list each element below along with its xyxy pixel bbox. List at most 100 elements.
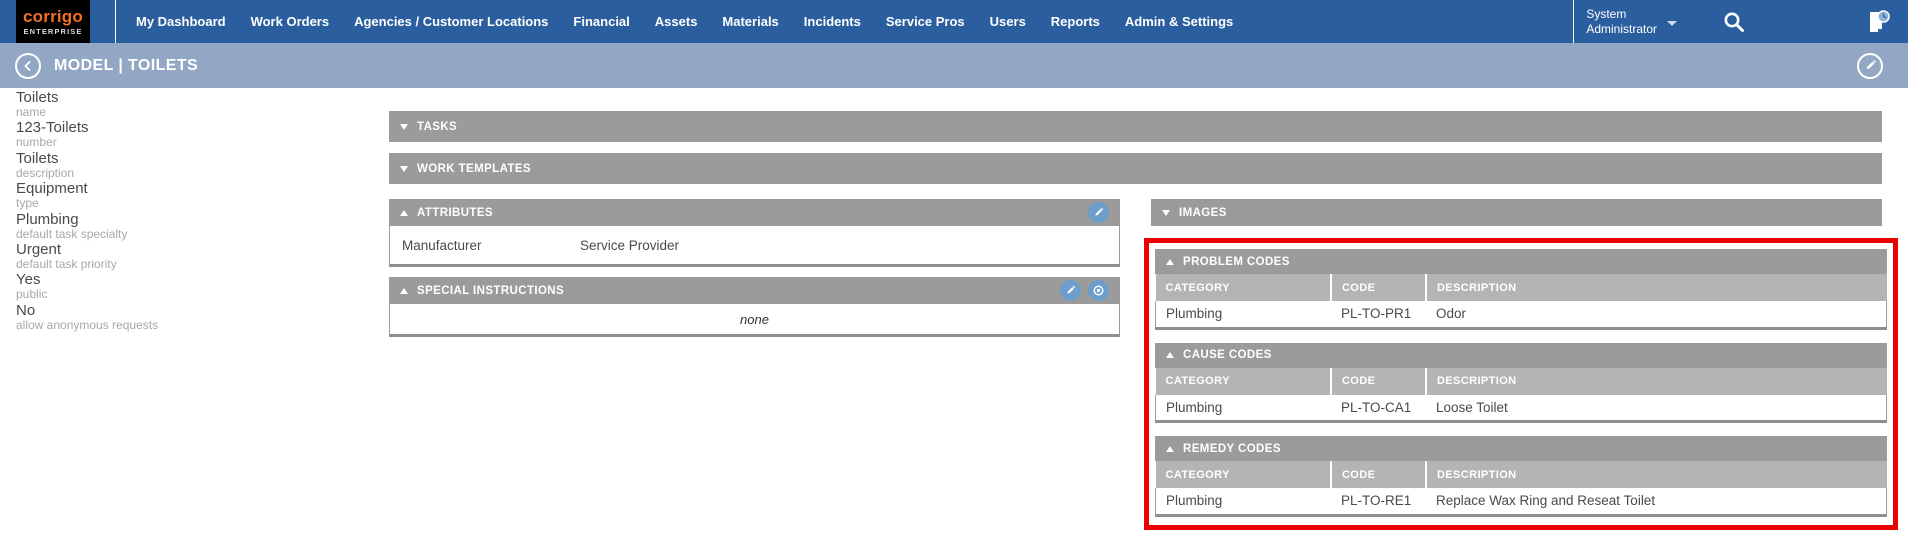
edit-attributes-button[interactable]: [1088, 202, 1109, 223]
cell-description: Odor: [1425, 301, 1887, 330]
panel-title: TASKS: [417, 120, 458, 133]
tasks-panel-header[interactable]: TASKS: [389, 111, 1882, 142]
user-name: System Administrator: [1586, 7, 1657, 37]
column-header-code: CODE: [1329, 461, 1426, 488]
attributes-panel-body: Manufacturer Service Provider: [389, 226, 1120, 267]
special-instructions-content: none: [389, 304, 1120, 337]
user-name-line2: Administrator: [1586, 21, 1657, 36]
page-title-bar: MODEL | TOILETS: [0, 43, 1908, 88]
logo-text: corrigo: [23, 6, 83, 26]
nav-menu-item[interactable]: Admin & Settings: [1125, 14, 1233, 29]
column-header-category: CATEGORY: [1155, 367, 1331, 395]
field-value: 123-Toilets: [16, 119, 89, 137]
problem-codes-table: CATEGORY CODE DESCRIPTION Plumbing PL-TO…: [1155, 274, 1887, 330]
expand-chevron-icon: [1166, 258, 1174, 265]
edit-special-instructions-button[interactable]: [1060, 280, 1081, 301]
right-column: IMAGES PROBLEM CODES CATEGORY CODE DESCR…: [1144, 199, 1898, 530]
model-summary-sidebar: Toilets name 123-Toilets number Toilets …: [16, 89, 356, 332]
nav-menu-item[interactable]: Reports: [1051, 14, 1100, 29]
recent-items-button[interactable]: [1864, 8, 1892, 36]
nav-menu-item[interactable]: Agencies / Customer Locations: [354, 14, 548, 29]
nav-menu-item[interactable]: Materials: [722, 14, 778, 29]
nav-menu-item[interactable]: Assets: [655, 14, 698, 29]
cause-codes-table: CATEGORY CODE DESCRIPTION Plumbing PL-TO…: [1155, 367, 1887, 423]
panel-title: REMEDY CODES: [1183, 442, 1281, 455]
table-row[interactable]: Plumbing PL-TO-CA1 Loose Toilet: [1155, 394, 1887, 423]
expand-chevron-icon: [400, 287, 408, 294]
column-header-category: CATEGORY: [1155, 274, 1331, 301]
expand-chevron-icon: [1166, 352, 1174, 358]
panel-title: CAUSE CODES: [1183, 349, 1272, 361]
table-header-row: CATEGORY CODE DESCRIPTION: [1155, 367, 1887, 395]
table-row[interactable]: Plumbing PL-TO-RE1 Replace Wax Ring and …: [1155, 488, 1887, 517]
panel-title: ATTRIBUTES: [417, 206, 493, 219]
nav-divider: [115, 0, 116, 43]
attribute-row[interactable]: Manufacturer Service Provider: [390, 226, 1119, 264]
user-menu[interactable]: System Administrator: [1574, 7, 1677, 37]
view-icon: [1093, 285, 1104, 296]
cell-code: PL-TO-CA1: [1330, 394, 1426, 423]
expand-chevron-icon: [1166, 445, 1174, 452]
column-header-description: DESCRIPTION: [1424, 367, 1887, 395]
pencil-icon: [1067, 285, 1076, 294]
main-content: TASKS WORK TEMPLATES ATTRIBUTES Manufact…: [389, 111, 1898, 530]
field-value: Toilets: [16, 149, 59, 167]
special-instructions-panel-header[interactable]: SPECIAL INSTRUCTIONS: [389, 277, 1120, 304]
nav-menu-item[interactable]: My Dashboard: [136, 14, 226, 29]
summary-field: Toilets description: [16, 150, 356, 180]
logo-subtext: ENTERPRISE: [23, 26, 83, 36]
corrigo-logo[interactable]: corrigo ENTERPRISE: [16, 0, 90, 43]
field-value: Plumbing: [16, 210, 79, 228]
nav-menu-item[interactable]: Users: [990, 14, 1026, 29]
attributes-panel-header[interactable]: ATTRIBUTES: [389, 199, 1120, 226]
images-panel-header[interactable]: IMAGES: [1151, 199, 1882, 226]
cause-codes-panel: CAUSE CODES CATEGORY CODE DESCRIPTION Pl…: [1155, 342, 1887, 423]
panel-title: IMAGES: [1179, 206, 1227, 219]
summary-field: Equipment type: [16, 180, 356, 210]
field-label: type: [16, 196, 39, 211]
search-icon: [1724, 12, 1744, 32]
table-row[interactable]: Plumbing PL-TO-PR1 Odor: [1155, 301, 1887, 330]
search-button[interactable]: [1722, 10, 1746, 34]
column-header-description: DESCRIPTION: [1424, 461, 1887, 488]
summary-field: No allow anonymous requests: [16, 302, 356, 332]
pencil-icon: [1866, 59, 1876, 70]
summary-field: Plumbing default task specialty: [16, 211, 356, 241]
document-clock-icon: [1870, 9, 1890, 32]
cell-category: Plumbing: [1155, 394, 1331, 423]
preview-special-instructions-button[interactable]: [1088, 280, 1109, 301]
field-label: default task priority: [16, 257, 117, 272]
main-menu: My Dashboard Work Orders Agencies / Custom…: [136, 14, 1233, 29]
summary-field: Yes public: [16, 271, 356, 301]
expand-chevron-icon: [400, 209, 408, 216]
collapse-chevron-icon: [400, 165, 408, 172]
collapse-chevron-icon: [400, 123, 408, 130]
nav-right-section: System Administrator: [1573, 0, 1908, 43]
remedy-codes-table: CATEGORY CODE DESCRIPTION Plumbing PL-TO…: [1155, 461, 1887, 517]
field-label: description: [16, 165, 75, 180]
problem-codes-panel-header[interactable]: PROBLEM CODES: [1155, 249, 1887, 274]
cell-category: Plumbing: [1155, 488, 1331, 517]
field-label: name: [16, 105, 47, 119]
edit-model-button[interactable]: [1857, 52, 1883, 79]
field-label: number: [16, 135, 57, 150]
nav-menu-item[interactable]: Work Orders: [251, 14, 330, 29]
work-templates-panel-header[interactable]: WORK TEMPLATES: [389, 153, 1882, 184]
summary-field: 123-Toilets number: [16, 119, 356, 149]
panel-title: PROBLEM CODES: [1183, 255, 1290, 268]
panel-title: SPECIAL INSTRUCTIONS: [417, 284, 565, 297]
nav-menu-item[interactable]: Service Pros: [886, 14, 965, 29]
panel-title: WORK TEMPLATES: [417, 162, 531, 175]
cell-description: Loose Toilet: [1425, 394, 1887, 423]
column-header-category: CATEGORY: [1155, 461, 1331, 488]
corrigo-enterprise-app: corrigo ENTERPRISE My Dashboard Work Orde…: [0, 0, 1908, 556]
annotation-highlight: PROBLEM CODES CATEGORY CODE DESCRIPTION: [1144, 238, 1898, 530]
pencil-icon: [1095, 207, 1104, 216]
back-button[interactable]: [15, 52, 41, 79]
nav-menu-item[interactable]: Incidents: [804, 14, 861, 29]
summary-field: Toilets name: [16, 89, 356, 119]
nav-menu-item[interactable]: Financial: [573, 14, 629, 29]
cause-codes-panel-header[interactable]: CAUSE CODES: [1155, 342, 1887, 368]
problem-codes-panel: PROBLEM CODES CATEGORY CODE DESCRIPTION: [1155, 249, 1887, 330]
remedy-codes-panel-header[interactable]: REMEDY CODES: [1155, 436, 1887, 461]
